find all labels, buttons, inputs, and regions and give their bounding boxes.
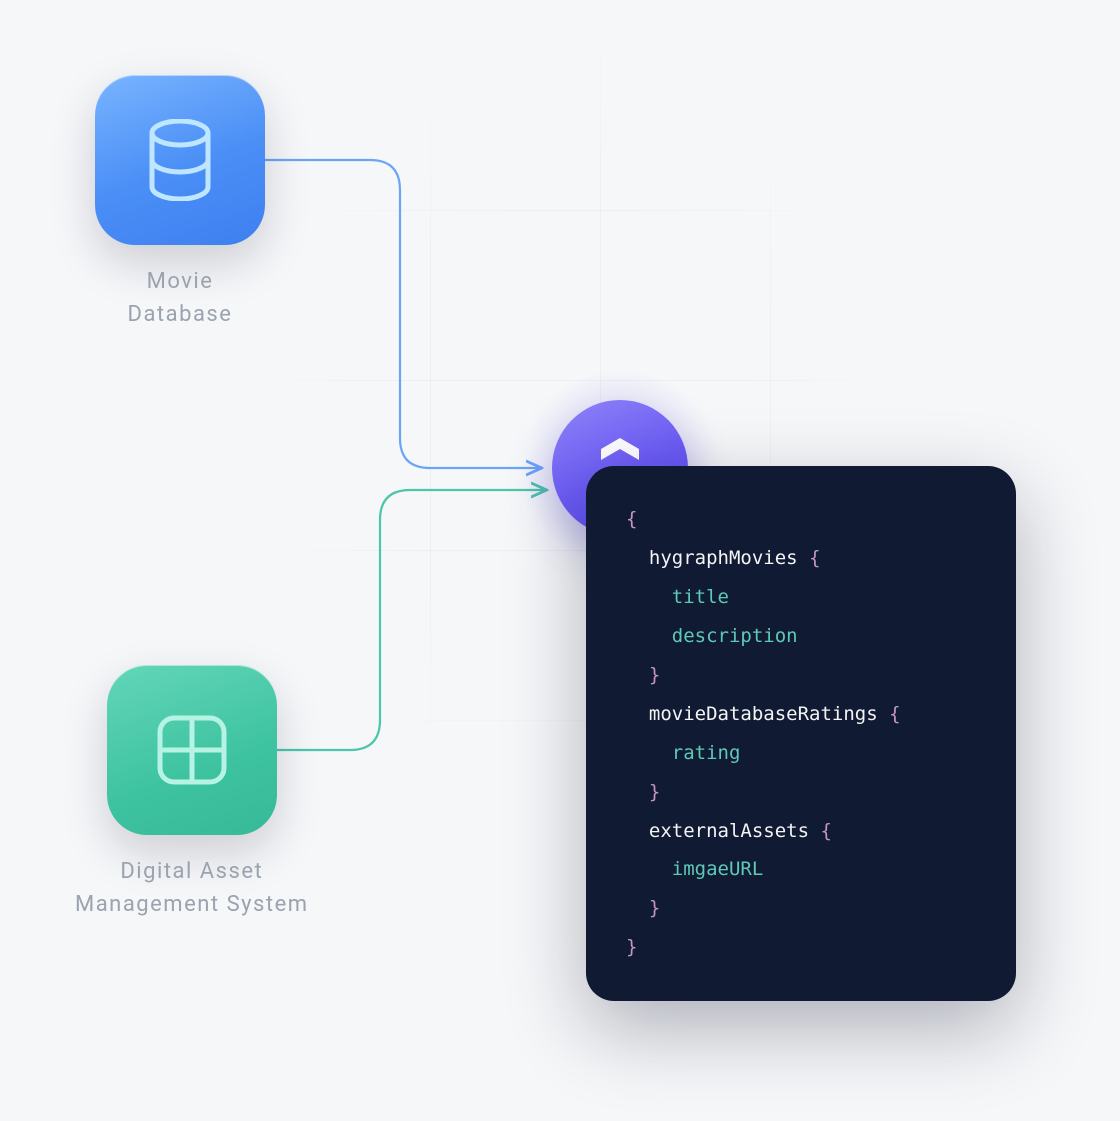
- source-dam: Digital Asset Management System: [75, 665, 309, 921]
- tile-dam: [107, 665, 277, 835]
- film-grid-icon: [155, 713, 229, 787]
- caption-dam: Digital Asset Management System: [75, 855, 309, 921]
- source-movie-database: Movie Database: [95, 75, 265, 331]
- caption-movie-database: Movie Database: [95, 265, 265, 331]
- graphql-query: { hygraphMovies { title description } mo…: [626, 500, 976, 967]
- database-icon: [145, 119, 215, 201]
- code-panel: { hygraphMovies { title description } mo…: [586, 466, 1016, 1001]
- tile-movie-database: [95, 75, 265, 245]
- wire-blue: [265, 160, 540, 468]
